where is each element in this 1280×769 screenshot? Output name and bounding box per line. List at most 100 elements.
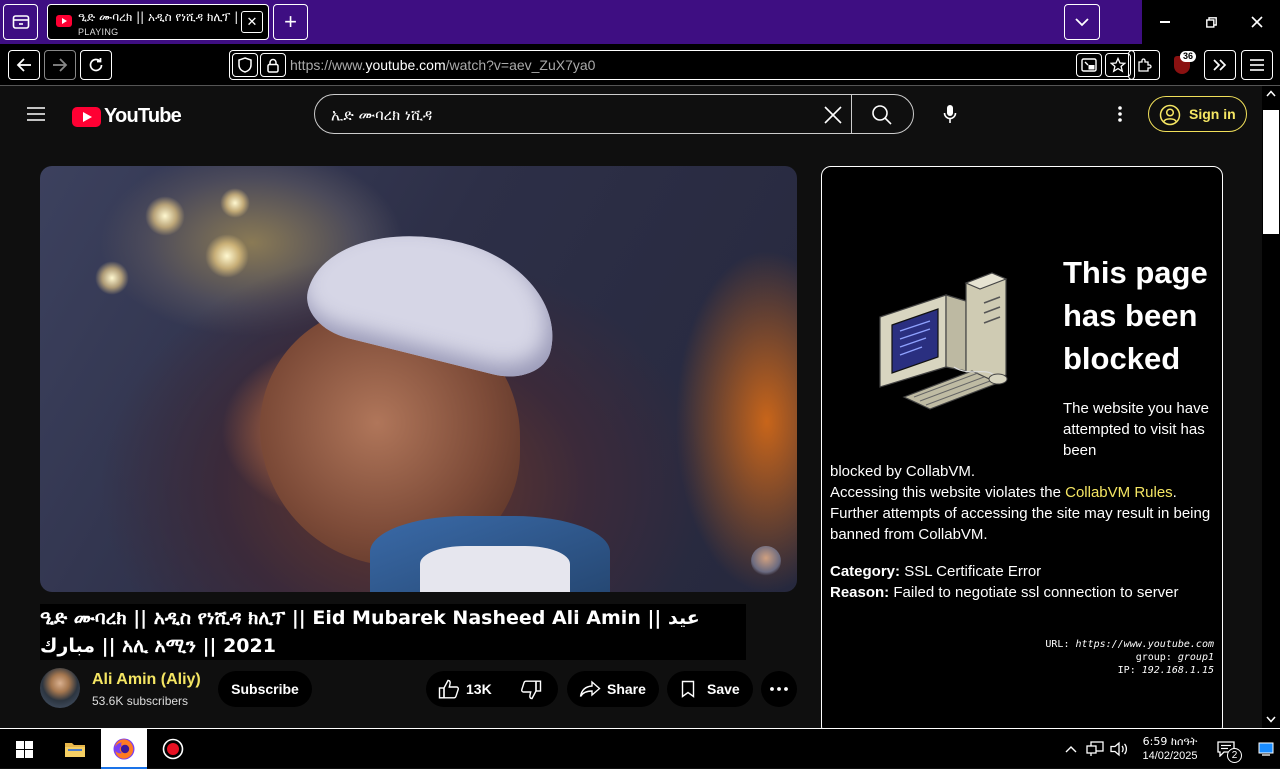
blocked-diagnostics: URL: https://www.youtube.com group: grou…	[1045, 638, 1214, 677]
close-icon	[1251, 16, 1263, 28]
subscribe-label: Subscribe	[231, 681, 299, 697]
like-count: 13K	[466, 681, 492, 697]
show-hidden-icons-button[interactable]	[1060, 729, 1082, 769]
channel-watermark-icon[interactable]	[751, 546, 781, 576]
blocked-message-intro: The website you have attempted to visit …	[1063, 400, 1209, 459]
record-icon	[162, 738, 184, 760]
forward-button[interactable]	[44, 50, 76, 80]
share-label: Share	[607, 681, 646, 697]
url-domain: youtube.com	[365, 57, 446, 73]
like-button[interactable]	[438, 679, 460, 702]
blocked-details: Category: SSL Certificate Error Reason: …	[830, 561, 1215, 603]
restore-button[interactable]	[1188, 0, 1234, 44]
save-button[interactable]: Save	[667, 671, 753, 707]
voice-search-button[interactable]	[938, 102, 962, 126]
start-button[interactable]	[0, 729, 48, 769]
diag-ip-value: 192.168.1.15	[1141, 665, 1214, 676]
sign-in-button[interactable]: Sign in	[1148, 96, 1247, 132]
tracking-protection-button[interactable]	[232, 53, 258, 77]
blocked-message-by: blocked by CollabVM.	[830, 463, 976, 480]
volume-tray-button[interactable]	[1108, 729, 1130, 769]
scroll-up-arrow-icon[interactable]	[1266, 90, 1276, 97]
channel-name[interactable]: Ali Amin (Aliy)	[92, 671, 201, 689]
new-tab-button[interactable]: +	[273, 4, 308, 40]
scrollbar-thumb[interactable]	[1263, 110, 1279, 234]
search-input[interactable]: ኢድ ሙባረክ ነሺዳ	[331, 106, 432, 124]
search-box[interactable]: ኢድ ሙባረክ ነሺዳ	[314, 94, 914, 134]
diag-group-label: group:	[1135, 652, 1172, 663]
scroll-down-arrow-icon[interactable]	[1266, 716, 1276, 723]
close-tab-icon[interactable]: ✕	[241, 11, 263, 33]
list-all-tabs-button[interactable]	[1064, 4, 1100, 40]
reason-label: Reason:	[830, 584, 890, 601]
search-divider	[851, 95, 852, 133]
sign-in-label: Sign in	[1189, 106, 1236, 122]
youtube-favicon-icon	[56, 15, 72, 27]
blocked-page-panel: This page has been blocked The website y…	[821, 166, 1223, 736]
clear-search-icon[interactable]	[823, 105, 843, 130]
settings-more-button[interactable]	[1108, 102, 1132, 126]
dislike-button[interactable]	[520, 680, 542, 703]
collabvm-rules-link[interactable]: CollabVM Rules	[1065, 484, 1173, 501]
restore-icon	[1205, 16, 1217, 28]
taskbar-firefox[interactable]	[101, 729, 147, 769]
picture-in-picture-icon	[1081, 58, 1097, 72]
ublock-extension-button[interactable]: 36	[1166, 50, 1198, 80]
video-bokeh-light	[95, 261, 129, 295]
video-player[interactable]	[40, 166, 797, 592]
hamburger-icon	[1250, 59, 1264, 71]
share-button[interactable]: Share	[567, 671, 659, 707]
hamburger-icon	[27, 107, 45, 121]
page-scrollbar[interactable]	[1262, 86, 1280, 729]
picture-in-picture-button[interactable]	[1076, 53, 1102, 77]
tab-title: ዒድ ሙባረክ || አዲስ የነሺዳ ክሊፕ || Eid Mubarek	[78, 10, 238, 24]
blocked-heading: This page has been blocked	[1063, 255, 1208, 376]
action-center-button[interactable]: 2	[1208, 729, 1244, 769]
chevron-up-icon	[1065, 746, 1077, 753]
diag-group-row: group: group1	[1045, 651, 1214, 664]
more-actions-button[interactable]	[761, 671, 797, 707]
share-arrow-icon	[579, 680, 601, 697]
firefox-view-button[interactable]	[3, 4, 38, 40]
network-icon	[1086, 741, 1104, 756]
taskbar-file-explorer[interactable]	[52, 729, 98, 769]
video-bokeh-light	[205, 234, 249, 278]
close-window-button[interactable]	[1234, 0, 1280, 44]
browser-tab[interactable]: ዒድ ሙባረክ || አዲስ የነሺዳ ክሊፕ || Eid Mubarek P…	[47, 4, 269, 40]
taskbar-recorder-app[interactable]	[150, 729, 196, 769]
youtube-logo[interactable]: YouTube	[72, 105, 182, 128]
video-bokeh-light	[145, 196, 185, 236]
retro-computer-icon	[879, 272, 1008, 410]
guide-menu-button[interactable]	[24, 102, 48, 126]
show-desktop-button[interactable]	[1252, 729, 1280, 769]
category-label: Category:	[830, 563, 901, 580]
account-icon	[1159, 104, 1181, 126]
folder-icon	[65, 743, 85, 757]
double-chevron-right-icon	[1213, 59, 1227, 71]
extensions-button[interactable]	[1128, 50, 1160, 80]
shield-icon	[238, 57, 252, 73]
address-bar[interactable]: https://www.youtube.com/watch?v=aev_ZuX7…	[229, 50, 1135, 80]
youtube-logo-text: YouTube	[104, 105, 182, 127]
reload-button[interactable]	[80, 50, 112, 80]
clock-tray[interactable]: 6:59 ከሰዓት 14/02/2025	[1134, 729, 1206, 769]
clock-time: 6:59 ከሰዓት	[1142, 735, 1198, 748]
app-menu-button[interactable]	[1241, 50, 1273, 80]
url-prefix: https://www.	[290, 57, 366, 73]
minimize-button[interactable]	[1142, 0, 1188, 44]
subscribe-button[interactable]: Subscribe	[218, 671, 312, 707]
youtube-play-logo-icon	[72, 106, 101, 127]
reason-row: Reason: Failed to negotiate ssl connecti…	[830, 582, 1215, 603]
site-info-button[interactable]	[260, 53, 286, 77]
speaker-icon	[1110, 741, 1128, 757]
channel-avatar[interactable]	[40, 668, 80, 708]
search-button[interactable]	[871, 104, 893, 131]
diag-url-row: URL: https://www.youtube.com	[1045, 638, 1214, 651]
reason-value: Failed to negotiate ssl connection to se…	[893, 584, 1179, 601]
lock-icon	[267, 58, 279, 73]
thumbs-up-icon	[438, 679, 459, 699]
back-button[interactable]	[8, 50, 40, 80]
network-tray-button[interactable]	[1084, 729, 1106, 769]
more-tools-button[interactable]	[1204, 50, 1236, 80]
diag-url-label: URL:	[1045, 639, 1070, 650]
